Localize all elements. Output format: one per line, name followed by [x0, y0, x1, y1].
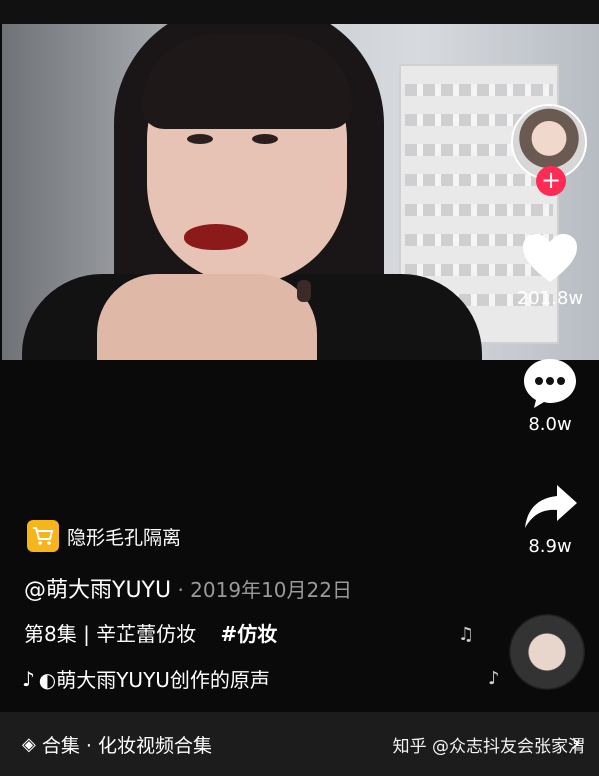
author-line: @萌大雨YUYU · 2019年10月22日 [24, 572, 352, 604]
top-bar [0, 0, 599, 24]
video-player[interactable] [2, 24, 599, 360]
shop-label[interactable]: 隐形毛孔隔离 [67, 523, 181, 550]
post-date: · 2019年10月22日 [171, 578, 352, 602]
shopping-bag-icon[interactable] [27, 520, 59, 552]
comment-button[interactable]: 8.0w [510, 356, 590, 435]
follow-plus-icon[interactable]: + [536, 166, 566, 196]
app-frame: + 201.8w 8.0w 8.9w 隐形毛孔隔离 @萌大雨YUYU · 201… [0, 0, 599, 776]
collection-label[interactable]: 合集 · 化妆视频合集 [42, 731, 212, 758]
shelf-row [405, 84, 553, 96]
author-handle[interactable]: @萌大雨YUYU [24, 578, 171, 603]
share-button[interactable]: 8.9w [510, 482, 590, 557]
share-count: 8.9w [528, 536, 572, 557]
heart-icon[interactable] [510, 232, 590, 284]
music-note-icon: ♪ [488, 668, 500, 689]
layers-icon: ◈ [22, 733, 36, 755]
music-line[interactable]: ♪ ◐萌大雨YUYU创作的原声 [22, 664, 270, 693]
music-text[interactable]: ◐萌大雨YUYU创作的原声 [39, 664, 270, 693]
person-lips [184, 224, 248, 250]
author-avatar-group[interactable]: + [511, 104, 587, 196]
video-caption: 第8集 | 辛芷蕾仿妆 #仿妆 [24, 618, 277, 647]
shop-link[interactable]: 隐形毛孔隔离 [27, 520, 181, 552]
watermark: 知乎 @众志抖友会张家渭 [392, 737, 585, 757]
music-disc[interactable] [509, 614, 585, 690]
like-button[interactable]: 201.8w [510, 232, 590, 309]
music-note-icon: ♫ [458, 624, 475, 645]
person-nail [297, 280, 311, 302]
share-icon[interactable] [510, 482, 590, 532]
person-eye-left [187, 134, 213, 144]
caption-text: 第8集 | 辛芷蕾仿妆 [24, 622, 197, 646]
shelf-row [405, 204, 553, 216]
person-hand [97, 274, 317, 360]
comment-icon[interactable] [510, 356, 590, 410]
person-eye-right [252, 134, 278, 144]
tiktok-icon: ♪ [22, 666, 35, 691]
comment-count: 8.0w [528, 414, 572, 435]
hashtag-link[interactable]: #仿妆 [221, 622, 278, 646]
person-bangs [142, 34, 352, 129]
like-count: 201.8w [516, 288, 584, 309]
